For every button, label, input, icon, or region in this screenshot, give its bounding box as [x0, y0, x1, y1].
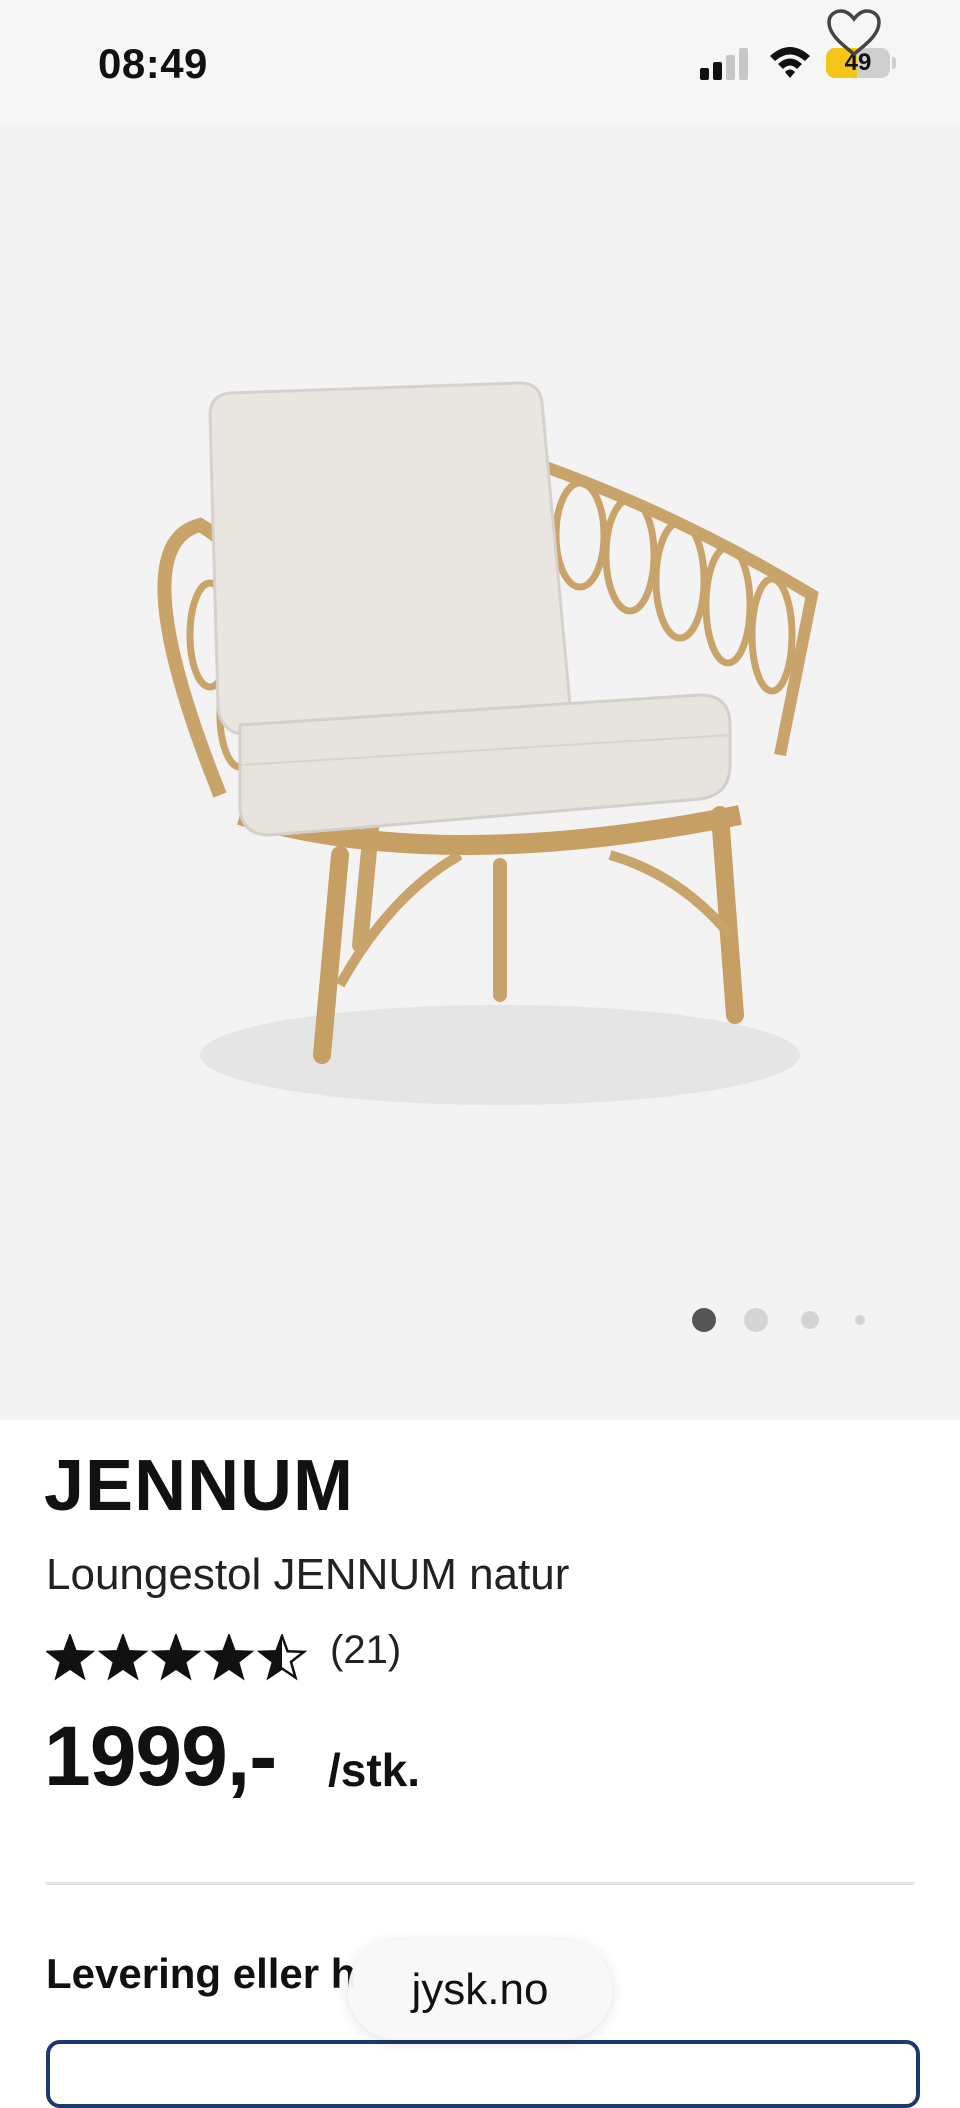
rating-stars	[46, 1634, 308, 1681]
wifi-icon	[770, 47, 810, 78]
product-image-gallery[interactable]	[0, 125, 960, 1420]
star-fill	[48, 1636, 92, 1678]
product-price: 1999,-	[44, 1709, 277, 1803]
rattan-lounge-chair-image	[157, 381, 819, 1105]
star-fill	[101, 1636, 145, 1678]
browser-url[interactable]: jysk.no	[348, 1940, 612, 2040]
browser-url-pill[interactable]: jysk.no	[348, 1940, 612, 2040]
price-unit: /stk.	[328, 1744, 421, 1796]
heart-icon[interactable]	[826, 8, 882, 58]
product-brand: JENNUM	[44, 1446, 355, 1526]
gallery-pagination	[0, 1305, 960, 1335]
gallery-dot[interactable]	[855, 1315, 865, 1325]
star-fill	[154, 1636, 198, 1678]
review-count[interactable]: (21)	[330, 1628, 401, 1673]
gallery-dot[interactable]	[692, 1308, 716, 1332]
product-name: Loungestol JENNUM natur	[46, 1550, 570, 1599]
delivery-option-box[interactable]	[46, 2040, 920, 2108]
cellular-signal-icon	[700, 48, 748, 80]
delivery-heading: Levering eller h	[46, 1950, 357, 1997]
status-time: 08:49	[98, 40, 208, 87]
gallery-dot[interactable]	[801, 1311, 819, 1329]
section-divider	[46, 1882, 914, 1885]
battery-cap	[892, 57, 896, 69]
star-fill	[207, 1636, 251, 1678]
gallery-dot[interactable]	[744, 1308, 768, 1332]
status-bar: 08:49 49	[0, 0, 960, 125]
